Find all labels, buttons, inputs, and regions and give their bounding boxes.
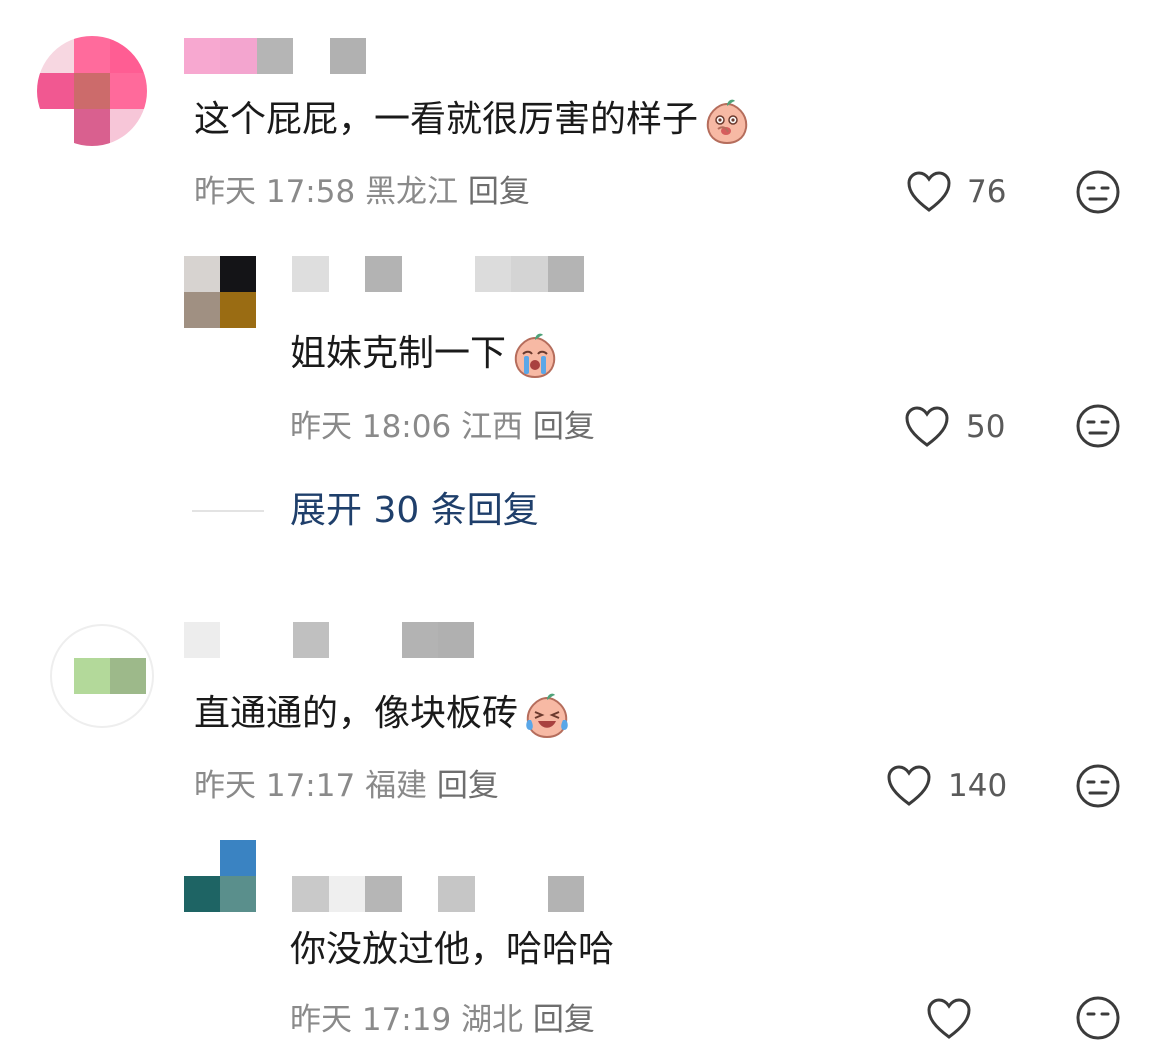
reply-button[interactable]: 回复	[533, 409, 595, 445]
dislike-face-icon[interactable]	[1075, 995, 1121, 1041]
like-count: 50	[966, 409, 1006, 445]
dislike-face-icon[interactable]	[1075, 169, 1121, 215]
reply-button[interactable]: 回复	[468, 174, 530, 210]
dislike-face-icon[interactable]	[1075, 763, 1121, 809]
username[interactable]	[292, 876, 584, 912]
comment-time: 昨天 17:58	[194, 174, 356, 210]
username[interactable]	[184, 622, 474, 658]
comment-meta: 昨天 18:06 江西 回复	[290, 407, 595, 447]
comment-meta: 昨天 17:19 湖北 回复	[290, 1000, 595, 1040]
peach-crying-emoji	[514, 333, 556, 379]
expand-replies-button[interactable]: 展开 30 条回复	[290, 487, 539, 535]
dislike-face-icon[interactable]	[1075, 403, 1121, 449]
comment-text: 姐妹克制一下	[290, 330, 560, 380]
peach-laugh-cry-emoji	[526, 693, 568, 739]
reply-button[interactable]: 回复	[437, 768, 499, 804]
comment-time: 昨天 17:19	[290, 1002, 452, 1038]
comment-location: 福建	[365, 768, 428, 804]
heart-icon[interactable]	[926, 997, 972, 1041]
comment-meta: 昨天 17:17 福建 回复	[194, 766, 499, 806]
comment-text: 这个屁屁，一看就很厉害的样子	[194, 96, 752, 146]
avatar-mosaic	[74, 658, 146, 694]
peach-shy-emoji	[706, 99, 748, 145]
heart-icon[interactable]	[886, 764, 932, 808]
expand-divider	[192, 510, 264, 512]
comment-location: 湖北	[461, 1002, 524, 1038]
comment-time: 昨天 18:06	[290, 409, 452, 445]
comment-meta: 昨天 17:58 黑龙江 回复	[194, 172, 530, 212]
comment-text: 直通通的，像块板砖	[194, 690, 572, 740]
username[interactable]	[184, 38, 366, 74]
avatar[interactable]	[184, 840, 256, 912]
comment-location: 江西	[461, 409, 524, 445]
heart-icon[interactable]	[906, 170, 952, 214]
avatar[interactable]	[50, 624, 154, 728]
comment-time: 昨天 17:17	[194, 768, 356, 804]
comment-location: 黑龙江	[365, 174, 459, 210]
reply-button[interactable]: 回复	[533, 1002, 595, 1038]
heart-icon[interactable]	[904, 405, 950, 449]
avatar[interactable]	[37, 36, 147, 146]
like-count: 76	[967, 174, 1007, 210]
like-count: 140	[948, 768, 1008, 804]
username[interactable]	[292, 256, 584, 292]
avatar[interactable]	[184, 256, 256, 328]
comment-text: 你没放过他，哈哈哈	[290, 929, 615, 970]
